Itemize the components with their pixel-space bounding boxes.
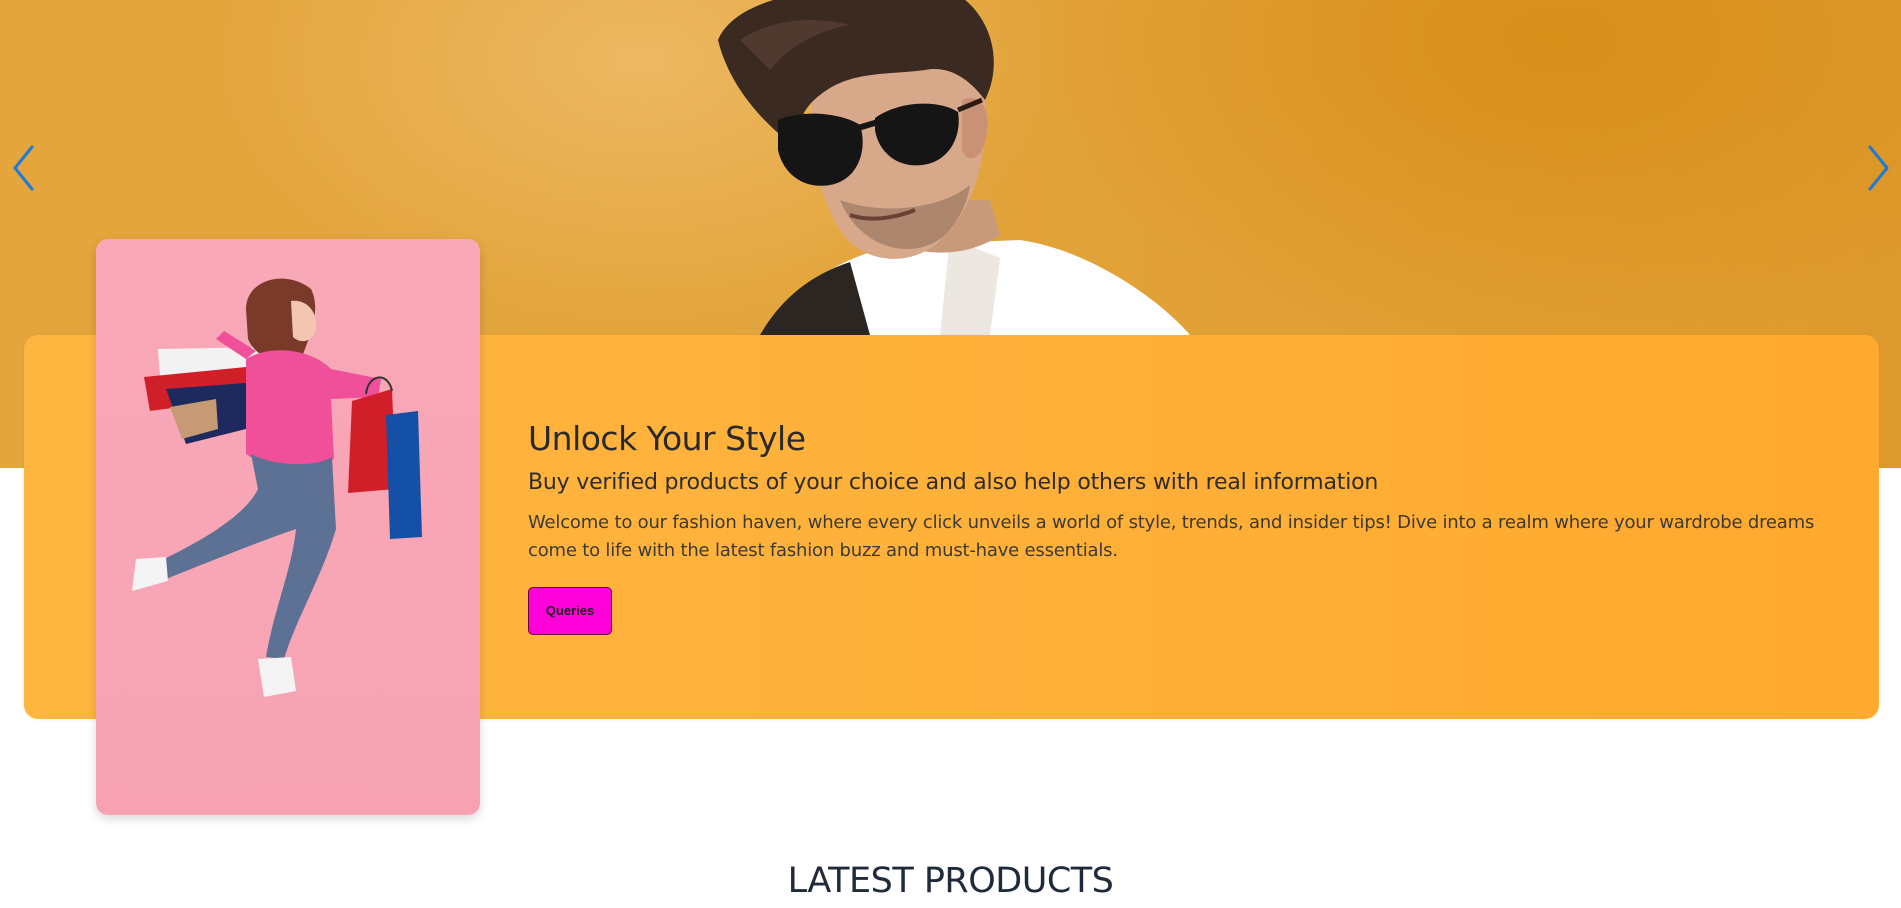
promo-content: Unlock Your Style Buy verified products … [528, 417, 1818, 635]
carousel-next-button[interactable] [1856, 140, 1900, 196]
promo-title: Unlock Your Style [528, 419, 806, 458]
hero-model-image [718, 0, 1190, 335]
latest-products-title: LATEST PRODUCTS [787, 861, 1114, 901]
chevron-left-icon [13, 145, 34, 191]
shopping-woman-image [132, 278, 422, 697]
promo-photo [96, 239, 480, 815]
chevron-right-icon [1868, 145, 1889, 191]
carousel-prev-button[interactable] [2, 140, 46, 196]
promo-description: Welcome to our fashion haven, where ever… [528, 512, 1815, 561]
promo-subtitle: Buy verified products of your choice and… [528, 470, 1379, 495]
queries-button[interactable]: Queries [528, 587, 612, 635]
